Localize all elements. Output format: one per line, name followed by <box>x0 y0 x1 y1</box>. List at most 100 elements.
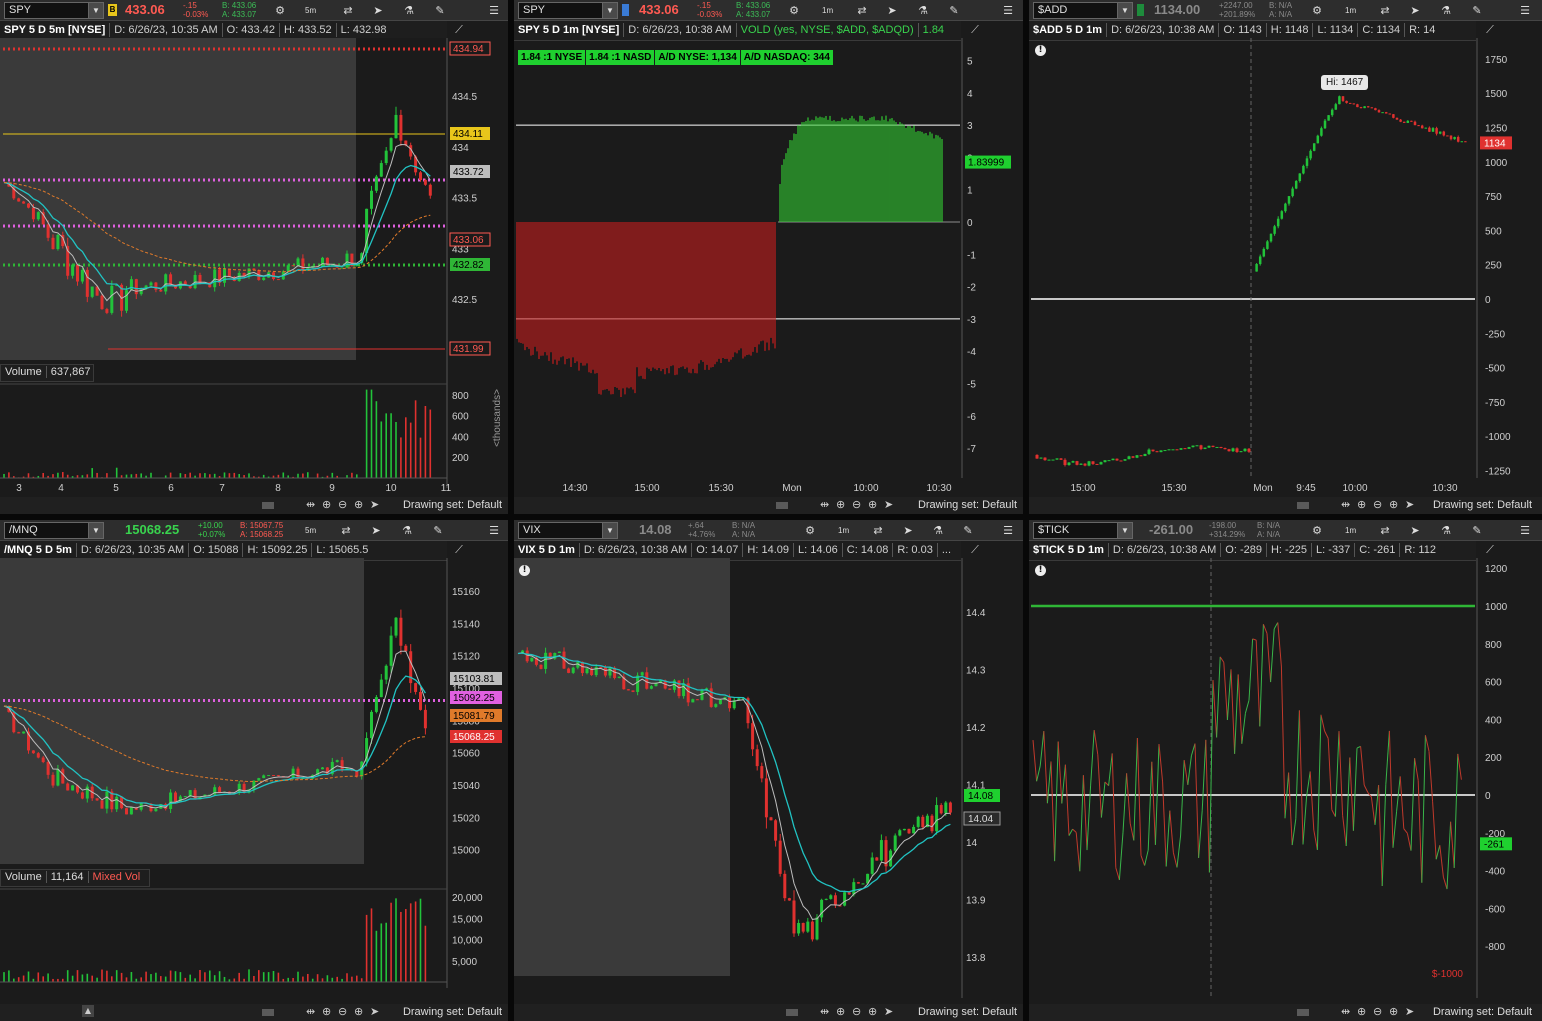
pan-icon[interactable]: ⇹ <box>820 1004 829 1021</box>
zoom-in-icon[interactable]: ⊕ <box>354 1004 363 1021</box>
cursor-icon[interactable]: ➤ <box>364 522 388 539</box>
chart-style-icon[interactable]: ⟋ <box>1483 542 1497 558</box>
zoom-out-icon[interactable]: ⊖ <box>852 497 861 514</box>
drawing-icon[interactable]: ✎ <box>956 522 980 539</box>
symbol-selector[interactable]: /MNQ ▼ <box>4 522 104 539</box>
zoom-in-icon[interactable]: ⊕ <box>868 497 877 514</box>
pan-icon[interactable]: ⇹ <box>306 1004 315 1021</box>
zoom-out-icon[interactable]: ⊖ <box>852 1004 861 1021</box>
crosshair-icon[interactable]: ⊕ <box>1357 497 1366 514</box>
chart-style-icon[interactable]: ⟋ <box>452 542 466 558</box>
flask-icon[interactable]: ⚗ <box>1434 2 1458 19</box>
chart-style-icon[interactable]: ⟋ <box>968 22 982 38</box>
cursor-icon[interactable]: ➤ <box>1405 497 1414 514</box>
zoom-in-icon[interactable]: ⊕ <box>354 497 363 514</box>
flask-icon[interactable]: ⚗ <box>1434 522 1458 539</box>
scrollbar-thumb[interactable] <box>786 1009 798 1016</box>
drawing-icon[interactable]: ✎ <box>1465 522 1489 539</box>
cursor-icon[interactable]: ➤ <box>884 1004 893 1021</box>
vold-chart[interactable]: 543210-1-2-3-4-5-6-71.8399914:3015:0015:… <box>514 38 1023 514</box>
chevron-down-icon[interactable]: ▼ <box>88 3 103 18</box>
cursor-icon[interactable]: ➤ <box>370 497 379 514</box>
price-chart[interactable]: 434.5434433.5433432.5434.94434.11433.724… <box>0 38 508 514</box>
add-chart[interactable]: 1750 1500 1250 1000 750 500 250 0 -250 -500 -750 -1… <box>1029 38 1542 514</box>
chevron-down-icon[interactable]: ▼ <box>1117 3 1132 18</box>
drawing-icon[interactable]: ✎ <box>942 2 966 19</box>
gear-icon[interactable]: ⚙ <box>798 522 822 539</box>
chart-style-icon[interactable]: ⟋ <box>1483 22 1497 38</box>
link-icon[interactable]: ⇄ <box>336 2 360 19</box>
chart-style-icon[interactable]: ⟋ <box>968 542 982 558</box>
expand-up-icon[interactable]: ▲ <box>82 1005 94 1017</box>
menu-icon[interactable]: ☰ <box>482 522 506 539</box>
crosshair-icon[interactable]: ⊕ <box>1357 1004 1366 1021</box>
zoom-in-icon[interactable]: ⊕ <box>1389 1004 1398 1021</box>
chevron-down-icon[interactable]: ▼ <box>88 523 103 538</box>
cursor-icon[interactable]: ➤ <box>884 497 893 514</box>
chevron-down-icon[interactable]: ▼ <box>1117 523 1132 538</box>
drawing-set-label[interactable]: Drawing set: Default <box>918 1004 1017 1021</box>
cursor-icon[interactable]: ➤ <box>370 1004 379 1021</box>
timeframe-button[interactable]: 1m <box>1345 3 1356 18</box>
drawing-set-label[interactable]: Drawing set: Default <box>1433 497 1532 514</box>
drawing-icon[interactable]: ✎ <box>428 2 452 19</box>
link-icon[interactable]: ⇄ <box>334 522 358 539</box>
chevron-down-icon[interactable]: ▼ <box>602 3 617 18</box>
cursor-icon[interactable]: ➤ <box>896 522 920 539</box>
drawing-set-label[interactable]: Drawing set: Default <box>918 497 1017 514</box>
symbol-selector[interactable]: SPY ▼ <box>4 2 104 19</box>
scrollbar-thumb[interactable] <box>262 502 274 509</box>
scrollbar-thumb[interactable] <box>776 502 788 509</box>
menu-icon[interactable]: ☰ <box>1513 2 1537 19</box>
timeframe-button[interactable]: 5m <box>305 3 316 18</box>
flask-icon[interactable]: ⚗ <box>926 522 950 539</box>
zoom-out-icon[interactable]: ⊖ <box>1373 1004 1382 1021</box>
info-icon[interactable]: ! <box>1035 565 1046 576</box>
scrollbar-thumb[interactable] <box>262 1009 274 1016</box>
pan-icon[interactable]: ⇹ <box>1341 1004 1350 1021</box>
info-icon[interactable]: ! <box>1035 45 1046 56</box>
link-icon[interactable]: ⇄ <box>1373 2 1397 19</box>
crosshair-icon[interactable]: ⊕ <box>322 1004 331 1021</box>
chart-style-icon[interactable]: ⟋ <box>452 22 466 38</box>
symbol-selector[interactable]: $TICK ▼ <box>1033 522 1133 539</box>
tick-chart[interactable]: 120010008006004002000-200-400-600-800-26… <box>1029 558 1542 1021</box>
crosshair-icon[interactable]: ⊕ <box>836 1004 845 1021</box>
symbol-selector[interactable]: SPY ▼ <box>518 2 618 19</box>
gear-icon[interactable]: ⚙ <box>1305 2 1329 19</box>
zoom-in-icon[interactable]: ⊕ <box>1389 497 1398 514</box>
crosshair-icon[interactable]: ⊕ <box>322 497 331 514</box>
drawing-icon[interactable]: ✎ <box>426 522 450 539</box>
timeframe-button[interactable]: 5m <box>305 523 316 538</box>
menu-icon[interactable]: ☰ <box>482 2 506 19</box>
drawing-icon[interactable]: ✎ <box>1465 2 1489 19</box>
pan-icon[interactable]: ⇹ <box>820 497 829 514</box>
drawing-set-label[interactable]: Drawing set: Default <box>1433 1004 1532 1021</box>
cursor-icon[interactable]: ➤ <box>880 2 904 19</box>
vix-chart[interactable]: 14.414.314.214.11413.913.814.0814.048:15… <box>514 558 1023 1021</box>
cursor-icon[interactable]: ➤ <box>366 2 390 19</box>
flask-icon[interactable]: ⚗ <box>395 522 419 539</box>
pan-icon[interactable]: ⇹ <box>1341 497 1350 514</box>
timeframe-button[interactable]: 1m <box>1345 523 1356 538</box>
menu-icon[interactable]: ☰ <box>1513 522 1537 539</box>
gear-icon[interactable]: ⚙ <box>782 2 806 19</box>
crosshair-icon[interactable]: ⊕ <box>836 497 845 514</box>
cursor-icon[interactable]: ➤ <box>1405 1004 1414 1021</box>
scrollbar-thumb[interactable] <box>1297 1009 1309 1016</box>
link-icon[interactable]: ⇄ <box>1373 522 1397 539</box>
timeframe-button[interactable]: 1m <box>838 523 849 538</box>
price-chart[interactable]: 1516015140151201510015080150601504015020… <box>0 558 508 1021</box>
menu-icon[interactable]: ☰ <box>996 2 1020 19</box>
timeframe-button[interactable]: 1m <box>822 3 833 18</box>
link-icon[interactable]: ⇄ <box>850 2 874 19</box>
drawing-set-label[interactable]: Drawing set: Default <box>403 1004 502 1021</box>
cursor-icon[interactable]: ➤ <box>1403 2 1427 19</box>
drawing-set-label[interactable]: Drawing set: Default <box>403 497 502 514</box>
symbol-selector[interactable]: $ADD ▼ <box>1033 2 1133 19</box>
flask-icon[interactable]: ⚗ <box>397 2 421 19</box>
zoom-out-icon[interactable]: ⊖ <box>338 1004 347 1021</box>
link-icon[interactable]: ⇄ <box>866 522 890 539</box>
gear-icon[interactable]: ⚙ <box>1305 522 1329 539</box>
menu-icon[interactable]: ☰ <box>996 522 1020 539</box>
